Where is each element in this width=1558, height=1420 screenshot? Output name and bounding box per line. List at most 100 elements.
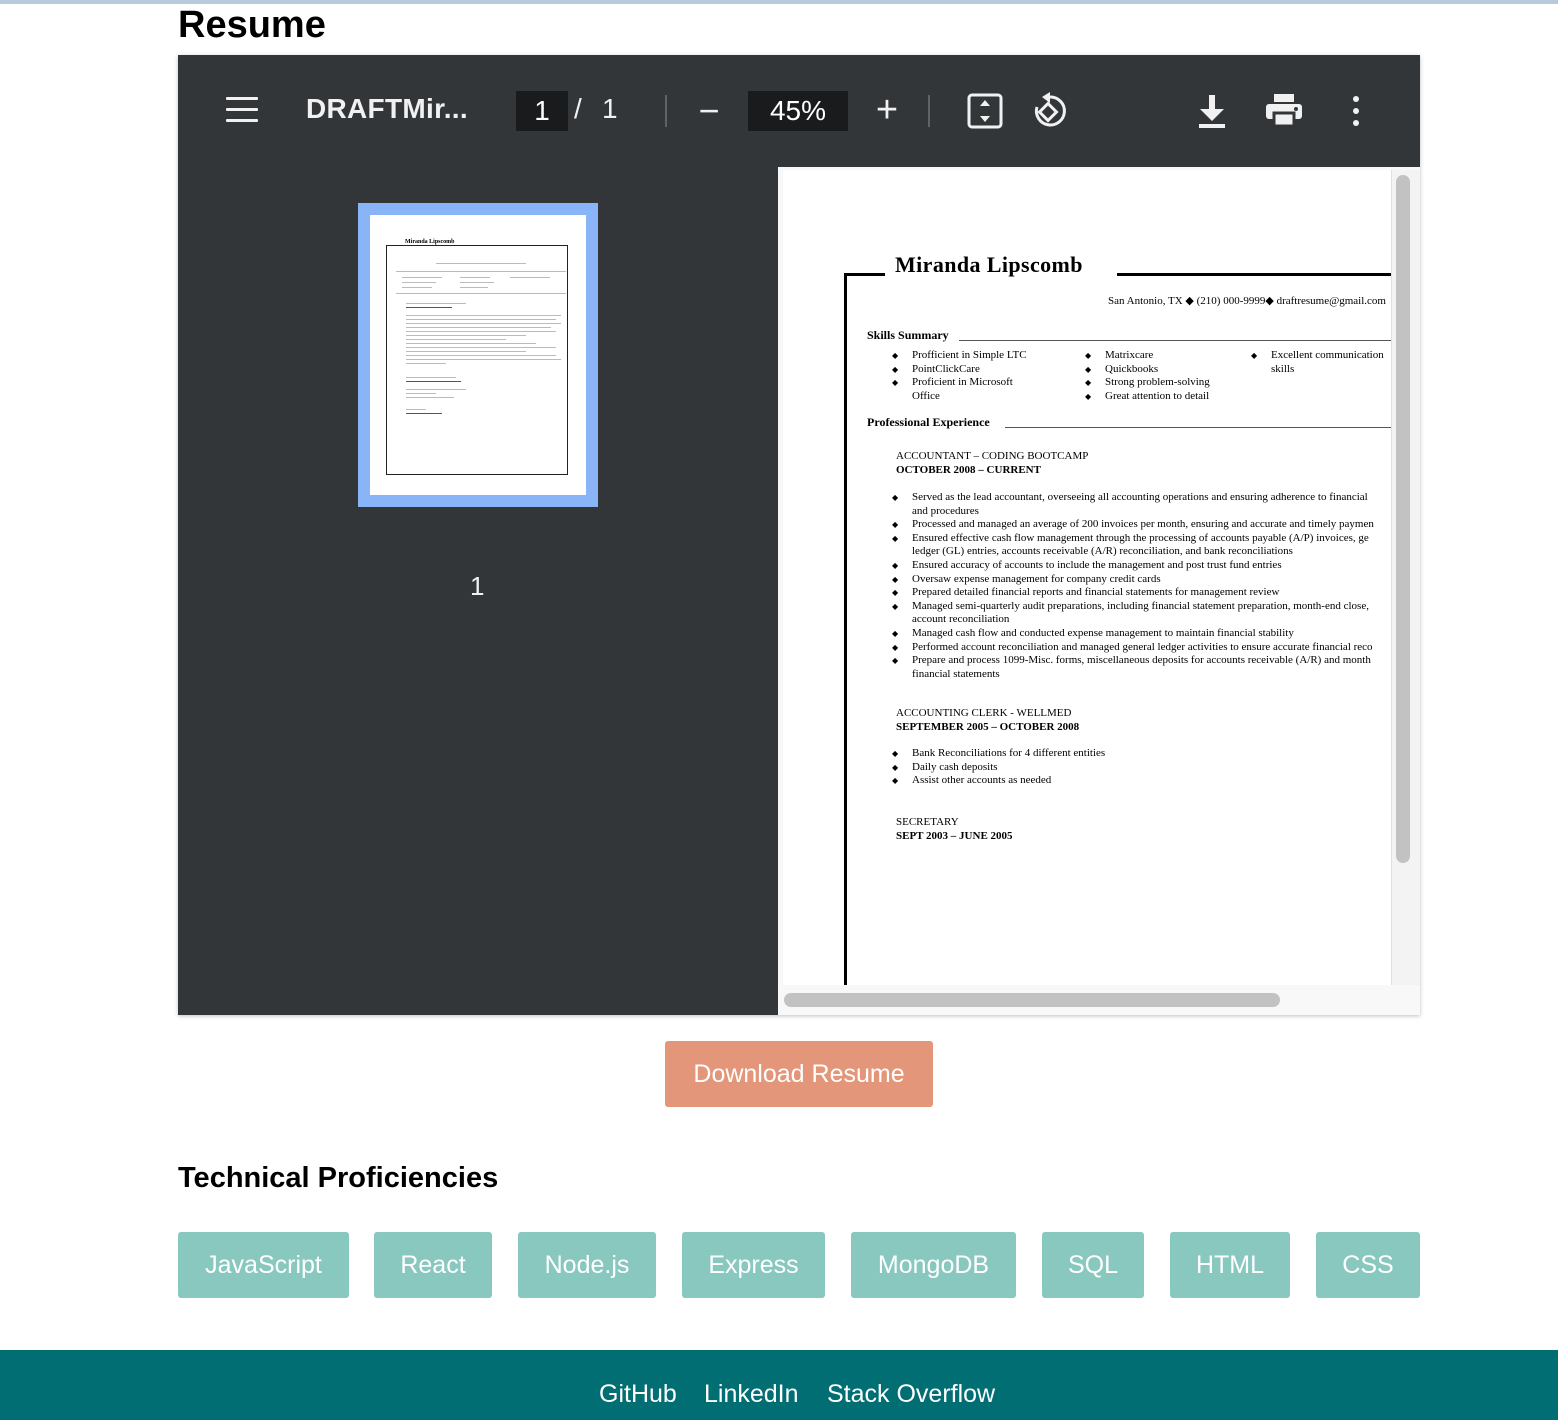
- thumbnail-text-line: [396, 293, 566, 294]
- thumbnail-text-line: [406, 413, 442, 414]
- job-title-text: ACCOUNTANT – CODING BOOTCAMP: [896, 450, 1089, 462]
- page-total: 1: [602, 93, 618, 124]
- skill-item: Matrixcare: [1085, 349, 1225, 363]
- thumbnail-text-line: [460, 287, 488, 288]
- job-dates: SEPTEMBER 2005 – OCTOBER 2008: [896, 720, 1080, 733]
- stack-overflow-link[interactable]: Stack Overflow: [827, 1380, 995, 1409]
- skills-column-1: Profficient in Simple LTC PointClickCare…: [892, 349, 1040, 403]
- job-dates: OCTOBER 2008 – CURRENT: [896, 463, 1041, 476]
- zoom-level-input[interactable]: 45%: [748, 91, 848, 131]
- job-bullet: account reconciliation: [912, 613, 1010, 626]
- skill-chip: MongoDB: [851, 1232, 1016, 1298]
- thumbnail-text-line: [406, 331, 556, 332]
- thumbnail-text-line: [406, 319, 556, 320]
- skill-item: Proficient in Microsoft Office: [892, 376, 1040, 403]
- thumbnail-text-line: [460, 282, 494, 283]
- download-icon[interactable]: [1196, 93, 1228, 129]
- skill-item: Profficient in Simple LTC: [892, 349, 1040, 363]
- github-link[interactable]: GitHub: [599, 1380, 677, 1409]
- thumbnail-text-line: [406, 397, 454, 398]
- zoom-in-button[interactable]: +: [872, 89, 902, 131]
- thumbnail-text-line: [406, 389, 466, 390]
- section-rule: [959, 340, 1391, 341]
- job-bullet: Bank Reconciliations for 4 different ent…: [892, 747, 1391, 761]
- horizontal-scrollbar[interactable]: [784, 993, 1280, 1007]
- skill-chip: React: [374, 1232, 492, 1298]
- more-options-icon[interactable]: [1346, 95, 1366, 127]
- job-bullet-list: Served as the lead accountant, overseein…: [892, 491, 1391, 681]
- resume-page: Miranda Lipscomb San Antonio, TX ◆ (210)…: [783, 170, 1392, 985]
- document-pane[interactable]: Miranda Lipscomb San Antonio, TX ◆ (210)…: [778, 167, 1420, 1015]
- page-number-input[interactable]: 1: [516, 91, 568, 131]
- job-bullet: Managed semi-quarterly audit preparation…: [892, 600, 1391, 614]
- job-bullet: Ensured effective cash flow management t…: [892, 532, 1391, 546]
- footer: GitHub LinkedIn Stack Overflow: [0, 1350, 1558, 1420]
- professional-experience-heading: Professional Experience: [867, 415, 990, 429]
- thumbnail-text-line: [406, 351, 526, 352]
- page-thumbnail[interactable]: Miranda Lipscomb: [358, 203, 598, 507]
- resume-border: [844, 273, 847, 985]
- thumbnail-text-line: [406, 339, 506, 340]
- job-bullet: Processed and managed an average of 200 …: [892, 518, 1391, 532]
- thumbnail-text-line: [406, 381, 461, 382]
- thumbnail-text-line: [406, 323, 561, 324]
- job-bullet: Managed cash flow and conducted expense …: [892, 627, 1391, 641]
- vertical-scrollbar[interactable]: [1396, 175, 1410, 863]
- resume-contact: San Antonio, TX ◆ (210) 000-9999◆ draftr…: [1108, 295, 1386, 307]
- technical-proficiencies-heading: Technical Proficiencies: [178, 1162, 499, 1194]
- thumbnail-text-line: [510, 277, 550, 278]
- thumbnail-text-line: [406, 409, 426, 410]
- job-bullet: Performed account reconciliation and man…: [892, 641, 1391, 655]
- job-bullet: Prepare and process 1099-Misc. forms, mi…: [892, 654, 1391, 668]
- job-title: ACCOUNTING CLERK - WELLMED SEPTEMBER 200…: [896, 707, 1079, 734]
- skill-chip: Node.js: [518, 1232, 656, 1298]
- skills-column-2: Matrixcare Quickbooks Strong problem-sol…: [1085, 349, 1225, 403]
- job-bullet: Oversaw expense management for company c…: [892, 573, 1391, 587]
- skill-chip: SQL: [1042, 1232, 1144, 1298]
- skill-item: Excellent communication skills: [1251, 349, 1391, 376]
- pdf-toolbar: DRAFTMir... 1 / 1 − 45% +: [178, 55, 1420, 167]
- thumbnail-text-line: [406, 359, 561, 360]
- section-rule: [1005, 427, 1391, 428]
- job-bullet: Prepared detailed financial reports and …: [892, 586, 1391, 600]
- job-bullet: Ensured accuracy of accounts to include …: [892, 559, 1391, 573]
- linkedin-link[interactable]: LinkedIn: [704, 1380, 799, 1409]
- thumbnail-text-line: [406, 343, 536, 344]
- download-resume-button[interactable]: Download Resume: [665, 1041, 933, 1107]
- thumbnail-sidebar: Miranda Lipscomb 1: [178, 167, 778, 1015]
- skill-chip: CSS: [1316, 1232, 1420, 1298]
- print-icon[interactable]: [1265, 93, 1303, 128]
- zoom-out-button[interactable]: −: [694, 91, 724, 131]
- job-bullet: Daily cash deposits: [892, 761, 1391, 775]
- skill-chip: JavaScript: [178, 1232, 349, 1298]
- thumbnail-text-line: [406, 363, 446, 364]
- pdf-viewer: DRAFTMir... 1 / 1 − 45% + Miranda Lipsco…: [178, 55, 1420, 1015]
- job-bullet: ledger (GL) entries, accounts receivable…: [912, 545, 1293, 558]
- thumbnail-border: [386, 245, 568, 475]
- thumbnail-page: Miranda Lipscomb: [370, 215, 586, 495]
- toolbar-divider: [665, 95, 667, 127]
- rotate-icon[interactable]: [1030, 91, 1070, 131]
- fit-page-icon[interactable]: [967, 93, 1003, 129]
- resume-border: [845, 273, 885, 276]
- job-bullet: Served as the lead accountant, overseein…: [892, 491, 1391, 505]
- thumbnail-text-line: [402, 287, 432, 288]
- thumbnail-text-line: [406, 327, 551, 328]
- document-title: DRAFTMir...: [306, 93, 468, 124]
- skill-item: Strong problem-solving: [1085, 376, 1225, 390]
- page-title: Resume: [178, 4, 326, 46]
- job-title: ACCOUNTANT – CODING BOOTCAMP OCTOBER 200…: [896, 450, 1088, 477]
- thumbnail-text-line: [406, 335, 526, 336]
- thumbnail-text-line: [436, 263, 526, 264]
- skill-item: Quickbooks: [1085, 363, 1225, 377]
- job-bullet: Assist other accounts as needed: [892, 774, 1391, 788]
- skill-item: PointClickCare: [892, 363, 1040, 377]
- menu-icon[interactable]: [226, 97, 258, 123]
- page-separator: /: [574, 93, 582, 124]
- job-title-text: ACCOUNTING CLERK - WELLMED: [896, 707, 1072, 719]
- skill-item: Great attention to detail: [1085, 390, 1215, 404]
- thumbnail-text-line: [402, 277, 442, 278]
- thumbnail-text-line: [396, 271, 566, 272]
- resume-border: [1117, 273, 1391, 276]
- skills-summary-heading: Skills Summary: [867, 328, 949, 342]
